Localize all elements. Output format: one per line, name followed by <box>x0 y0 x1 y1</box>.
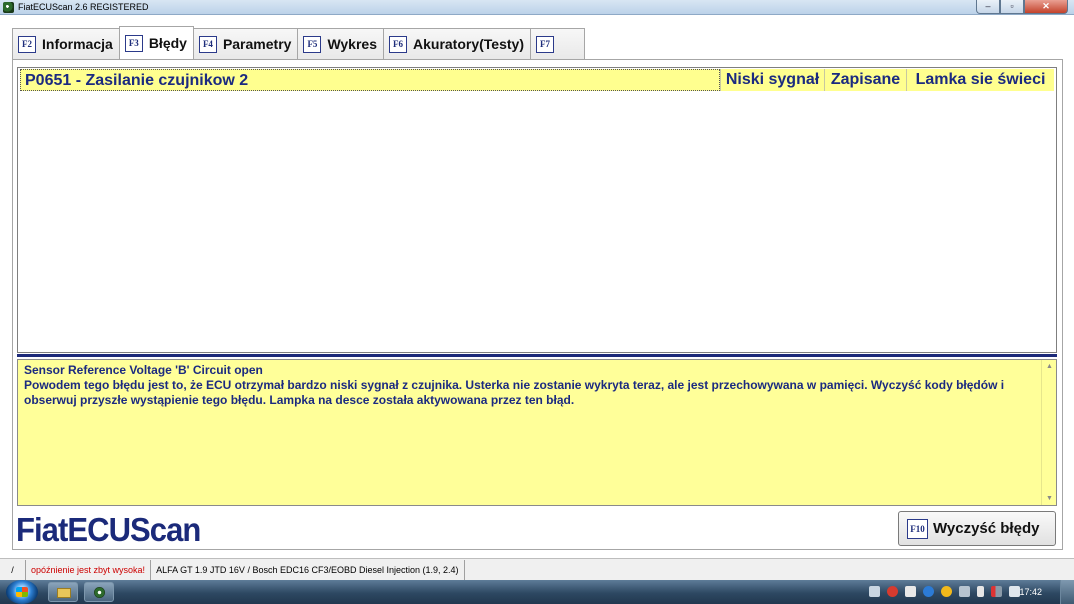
taskbar-explorer[interactable] <box>48 582 78 602</box>
tab-akuratory[interactable]: F6 Akuratory(Testy) <box>383 28 531 59</box>
tab-wykres[interactable]: F5 Wykres <box>297 28 384 59</box>
app-window: FiatECUScan 2.6 REGISTERED – ▫ ✕ F2 Info… <box>0 0 1074 604</box>
battery-icon[interactable] <box>977 586 984 597</box>
tab-label: Błędy <box>148 35 187 51</box>
signal-strength-icon[interactable] <box>991 586 1002 597</box>
status-bar: / opóźnienie jest zbyt wysoka! ALFA GT 1… <box>0 558 1074 580</box>
windows-logo-icon <box>16 587 28 597</box>
tab-informacja[interactable]: F2 Informacja <box>12 28 120 59</box>
tab-f7[interactable]: F7 <box>530 28 585 59</box>
fault-lamp: Lamka sie świeci <box>906 69 1054 91</box>
f3-key-icon: F3 <box>124 34 143 52</box>
title-bar[interactable]: FiatECUScan 2.6 REGISTERED – ▫ ✕ <box>0 0 1074 15</box>
f7-key-icon: F7 <box>536 35 554 53</box>
fault-signal: Niski sygnał <box>720 69 824 91</box>
antivirus-icon[interactable] <box>887 586 898 597</box>
fault-description[interactable]: Sensor Reference Voltage 'B' Circuit ope… <box>17 359 1057 506</box>
f6-key-icon: F6 <box>389 35 407 53</box>
folder-icon <box>57 588 71 598</box>
panel-splitter[interactable] <box>17 354 1057 357</box>
update-icon[interactable] <box>941 586 952 597</box>
app-icon <box>3 2 14 13</box>
close-button[interactable]: ✕ <box>1024 0 1068 14</box>
latency-warning: opóźnienie jest zbyt wysoka! <box>26 560 152 580</box>
volume-icon[interactable] <box>1009 586 1020 597</box>
description-body: Powodem tego błędu jest to, że ECU otrzy… <box>24 378 1005 407</box>
vehicle-info: ALFA GT 1.9 JTD 16V / Bosch EDC16 CF3/EO… <box>151 560 465 580</box>
system-tray <box>869 586 1020 597</box>
taskbar-fiatecuscan[interactable] <box>84 582 114 602</box>
fault-list[interactable]: P0651 - Zasilanie czujnikow 2 Niski sygn… <box>17 67 1057 353</box>
clear-faults-label: Wyczyść błędy <box>933 520 1040 537</box>
speaker-muted-icon[interactable] <box>905 586 916 597</box>
description-text: Sensor Reference Voltage 'B' Circuit ope… <box>24 363 1034 408</box>
network-icon[interactable] <box>869 586 880 597</box>
f10-key-icon: F10 <box>907 518 928 539</box>
bluetooth-icon[interactable] <box>923 586 934 597</box>
tab-bar: F2 Informacja F3 Błędy F4 Parametry F5 W… <box>12 26 585 59</box>
tab-label: Informacja <box>42 36 113 52</box>
f5-key-icon: F5 <box>303 35 322 53</box>
f4-key-icon: F4 <box>198 35 217 53</box>
tab-bledy[interactable]: F3 Błędy <box>118 26 194 59</box>
description-scrollbar[interactable]: ▲ ▼ <box>1041 360 1056 505</box>
show-desktop-button[interactable] <box>1060 580 1074 604</box>
fault-state: Zapisane <box>824 69 906 91</box>
clear-faults-button[interactable]: F10 Wyczyść błędy <box>898 511 1056 546</box>
start-button[interactable] <box>6 580 38 604</box>
taskbar-clock[interactable]: 17:42 <box>1019 580 1042 604</box>
tab-parametry[interactable]: F4 Parametry <box>192 28 299 59</box>
tab-label: Parametry <box>222 36 292 52</box>
fault-row[interactable]: P0651 - Zasilanie czujnikow 2 Niski sygn… <box>20 69 1054 91</box>
tab-label: Wykres <box>327 36 377 52</box>
maximize-button[interactable]: ▫ <box>1000 0 1024 14</box>
taskbar: 17:42 <box>0 580 1074 604</box>
app-icon <box>94 587 105 598</box>
description-title: Sensor Reference Voltage 'B' Circuit ope… <box>24 363 263 377</box>
f2-key-icon: F2 <box>18 35 36 53</box>
minimize-button[interactable]: – <box>976 0 1000 14</box>
app-logo: FiatECUScan <box>16 511 201 548</box>
scroll-down-icon[interactable]: ▼ <box>1046 495 1053 502</box>
window-title: FiatECUScan 2.6 REGISTERED <box>18 2 149 12</box>
scroll-up-icon[interactable]: ▲ <box>1046 363 1053 370</box>
connection-error-icon[interactable] <box>959 586 970 597</box>
status-slot: / <box>0 560 26 580</box>
fault-code: P0651 - Zasilanie czujnikow 2 <box>20 69 720 91</box>
window-controls: – ▫ ✕ <box>976 0 1068 15</box>
tab-label: Akuratory(Testy) <box>413 36 524 52</box>
